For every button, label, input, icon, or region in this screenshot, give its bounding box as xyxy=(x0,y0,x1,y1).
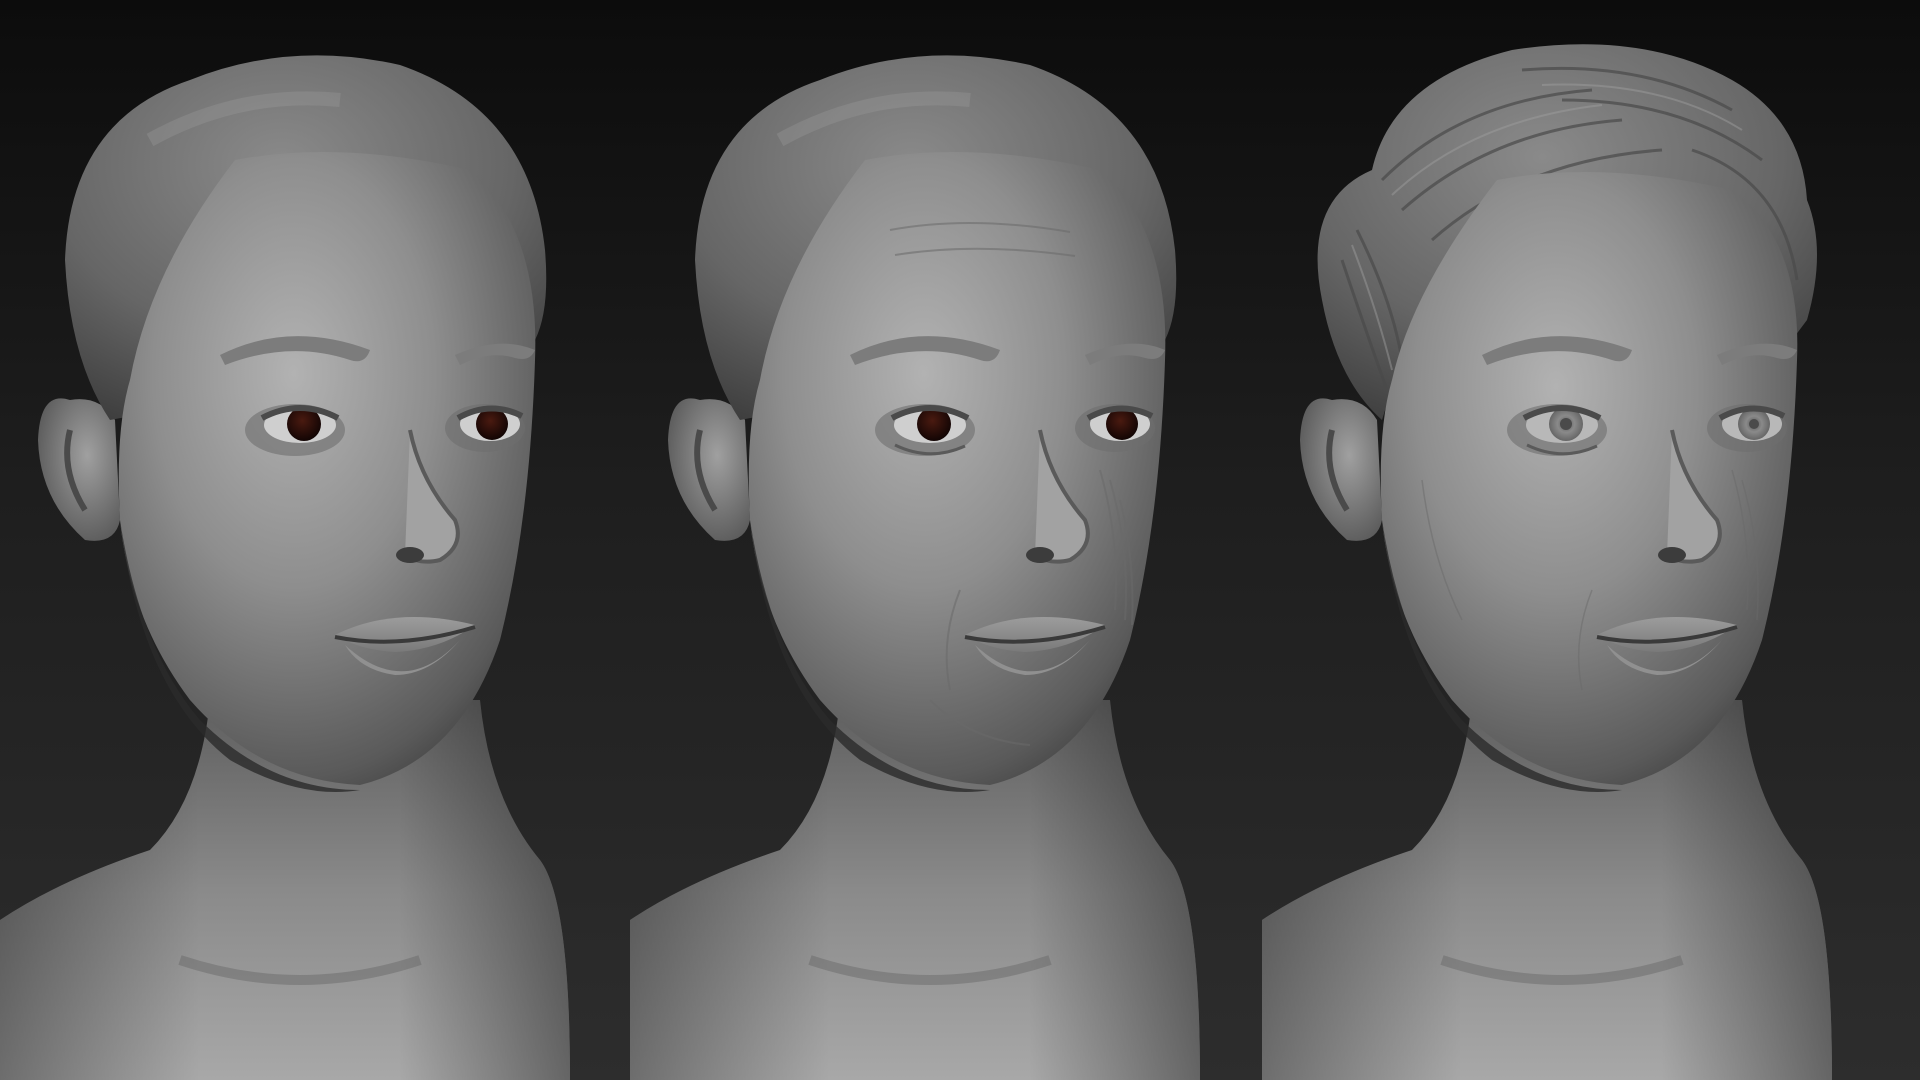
head-sculpt-detailed xyxy=(1262,44,1832,1080)
head-sculpt-smooth xyxy=(0,55,570,1080)
head-render-detailed xyxy=(1262,0,1902,1080)
sculpt-viewport xyxy=(0,0,1920,1080)
head-render-wrinkles xyxy=(630,0,1270,1080)
head-sculpt-wrinkles xyxy=(630,55,1200,1080)
head-render-base xyxy=(0,0,640,1080)
